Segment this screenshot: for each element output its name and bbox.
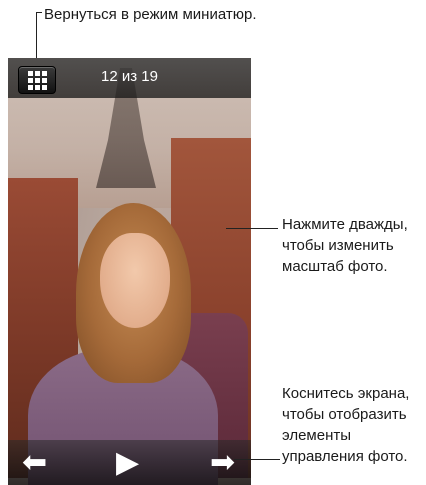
zoom-callout-line-2: чтобы изменить — [282, 237, 394, 254]
photo-counter: 12 из 19 — [101, 68, 158, 85]
controls-callout: Коснитесь экрана, чтобы отобразить элеме… — [282, 383, 409, 467]
top-toolbar: 12 из 19 — [8, 58, 251, 98]
play-button[interactable]: ▶ — [116, 440, 139, 485]
controls-callout-line-1: Коснитесь экрана, — [282, 385, 410, 402]
zoom-callout-line — [226, 228, 278, 229]
next-button[interactable]: ➡ — [210, 440, 235, 485]
controls-callout-line-2: чтобы отобразить — [282, 406, 407, 423]
previous-button[interactable]: ⬅ — [22, 440, 47, 485]
photo-viewer-screen[interactable]: 12 из 19 ⬅ ▶ ➡ — [8, 58, 251, 485]
thumbnails-callout: Вернуться в режим миниатюр. — [44, 6, 257, 23]
zoom-callout-line-3: масштаб фото. — [282, 258, 388, 275]
bottom-toolbar: ⬅ ▶ ➡ — [8, 440, 251, 485]
play-icon: ▶ — [116, 446, 140, 479]
photo-face — [100, 233, 170, 328]
thumbnails-callout-line — [36, 12, 37, 64]
right-arrow-icon: ➡ — [210, 446, 236, 479]
zoom-callout-line-1: Нажмите дважды, — [282, 216, 408, 233]
left-arrow-icon: ⬅ — [22, 446, 48, 479]
thumbnails-callout-tick — [36, 12, 42, 13]
controls-callout-line-3: элементы — [282, 427, 352, 444]
zoom-callout: Нажмите дважды, чтобы изменить масштаб ф… — [282, 214, 408, 277]
controls-callout-line — [234, 459, 280, 460]
controls-callout-line-4: управления фото. — [282, 448, 408, 465]
